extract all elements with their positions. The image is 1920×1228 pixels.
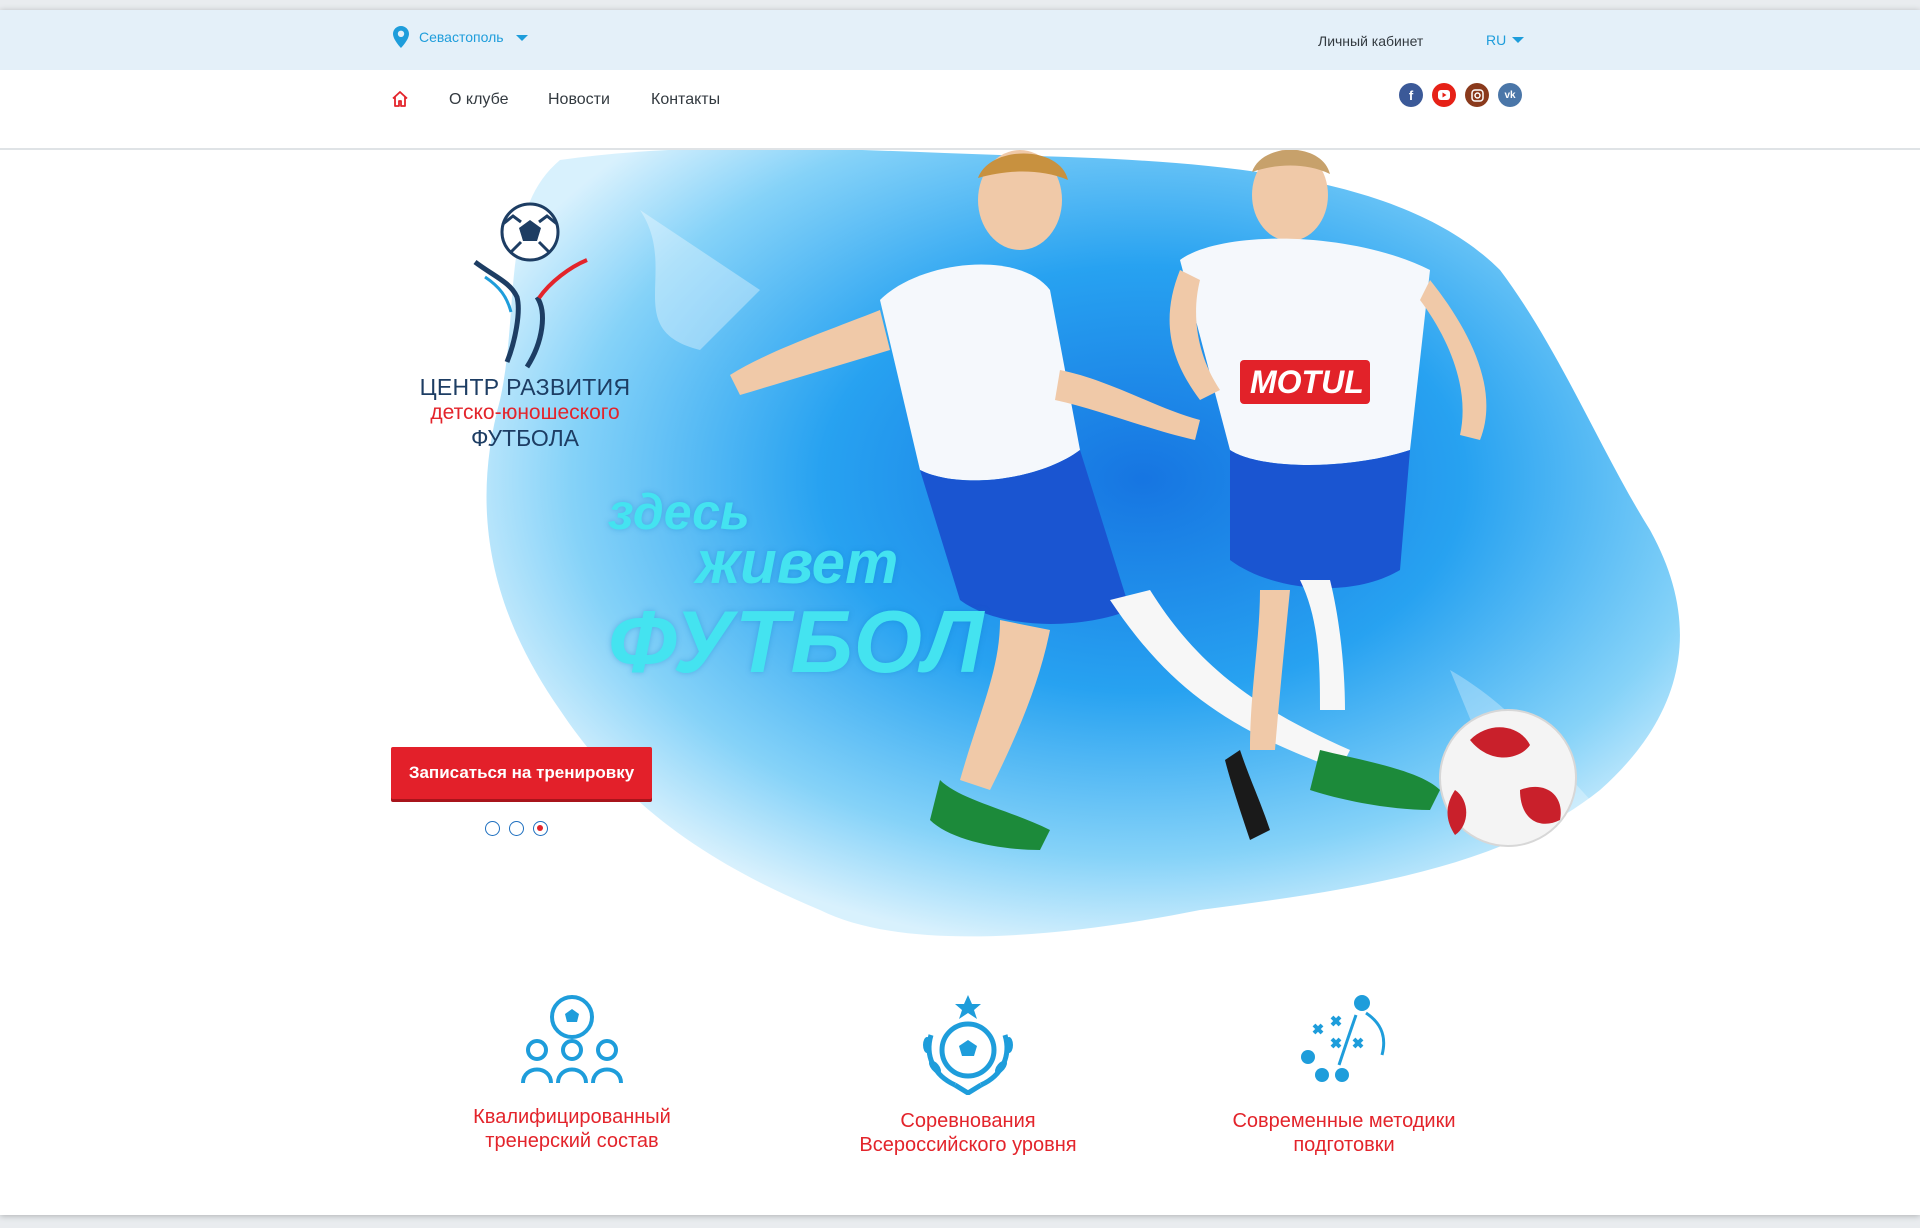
language-selector[interactable]: RU [1486, 32, 1525, 48]
location-pin-icon [393, 26, 409, 48]
facebook-icon[interactable]: f [1399, 83, 1423, 107]
chevron-down-icon [1512, 37, 1525, 43]
topbar: Севастополь Личный кабинет RU [0, 10, 1920, 70]
slogan-line-3: ФУТБОЛ [608, 592, 986, 691]
feature-competitions-line-1: Соревнования [900, 1110, 1036, 1132]
city-label: Севастополь [419, 29, 504, 45]
hero: MOTUL ЦЕНТР РАЗВИТИЯ детско-юношеского Ф… [0, 150, 1920, 990]
youtube-icon[interactable] [1432, 83, 1456, 107]
vk-icon[interactable]: vk [1498, 83, 1522, 107]
slider-dot-3[interactable] [533, 821, 548, 836]
nav-item-contacts[interactable]: Контакты [651, 91, 720, 109]
instagram-icon[interactable] [1465, 83, 1489, 107]
feature-competitions: Соревнования Всероссийского уровня [818, 995, 1118, 1157]
svg-text:MOTUL: MOTUL [1250, 364, 1364, 400]
logo-line-3: ФУТБОЛА [470, 425, 579, 451]
slider-dot-2[interactable] [509, 821, 524, 836]
slider-dot-1[interactable] [485, 821, 500, 836]
feature-methods: Современные методики подготовки [1194, 995, 1494, 1157]
logo-emblem-icon [473, 202, 588, 369]
main-nav: О клубе Новости Контакты f vk [0, 70, 1920, 150]
nav-item-news[interactable]: Новости [548, 91, 610, 109]
soccer-ball-image [1439, 709, 1577, 847]
page: Севастополь Личный кабинет RU О клубе Но… [0, 10, 1920, 1215]
slider-pagination [485, 821, 548, 836]
slogan-line-2: живет [696, 529, 899, 596]
trophy-icon [923, 995, 1013, 1095]
home-icon[interactable] [391, 90, 409, 108]
feature-competitions-line-2: Всероссийского уровня [859, 1134, 1077, 1156]
language-label: RU [1486, 32, 1507, 48]
club-logo[interactable]: ЦЕНТР РАЗВИТИЯ детско-юношеского ФУТБОЛА [405, 202, 645, 452]
logo-line-1: ЦЕНТР РАЗВИТИЯ [419, 374, 631, 400]
nav-item-about[interactable]: О клубе [449, 91, 508, 109]
social-links: f vk [1399, 83, 1522, 107]
feature-coaches: Квалифицированный тренерский состав [422, 995, 722, 1153]
feature-methods-line-1: Современные методики [1232, 1110, 1456, 1132]
feature-methods-line-2: подготовки [1293, 1134, 1395, 1156]
feature-coaches-line-1: Квалифицированный [473, 1106, 671, 1128]
signup-training-button[interactable]: Записаться на тренировку [391, 747, 652, 799]
tactics-icon [1301, 995, 1386, 1082]
chevron-down-icon [515, 35, 528, 41]
team-icon [521, 995, 623, 1084]
city-selector[interactable]: Севастополь [393, 26, 528, 48]
personal-account-link[interactable]: Личный кабинет [1318, 33, 1423, 49]
hero-image: MOTUL [486, 150, 1680, 937]
feature-coaches-line-2: тренерский состав [485, 1130, 659, 1152]
logo-line-2: детско-юношеского [430, 401, 620, 424]
